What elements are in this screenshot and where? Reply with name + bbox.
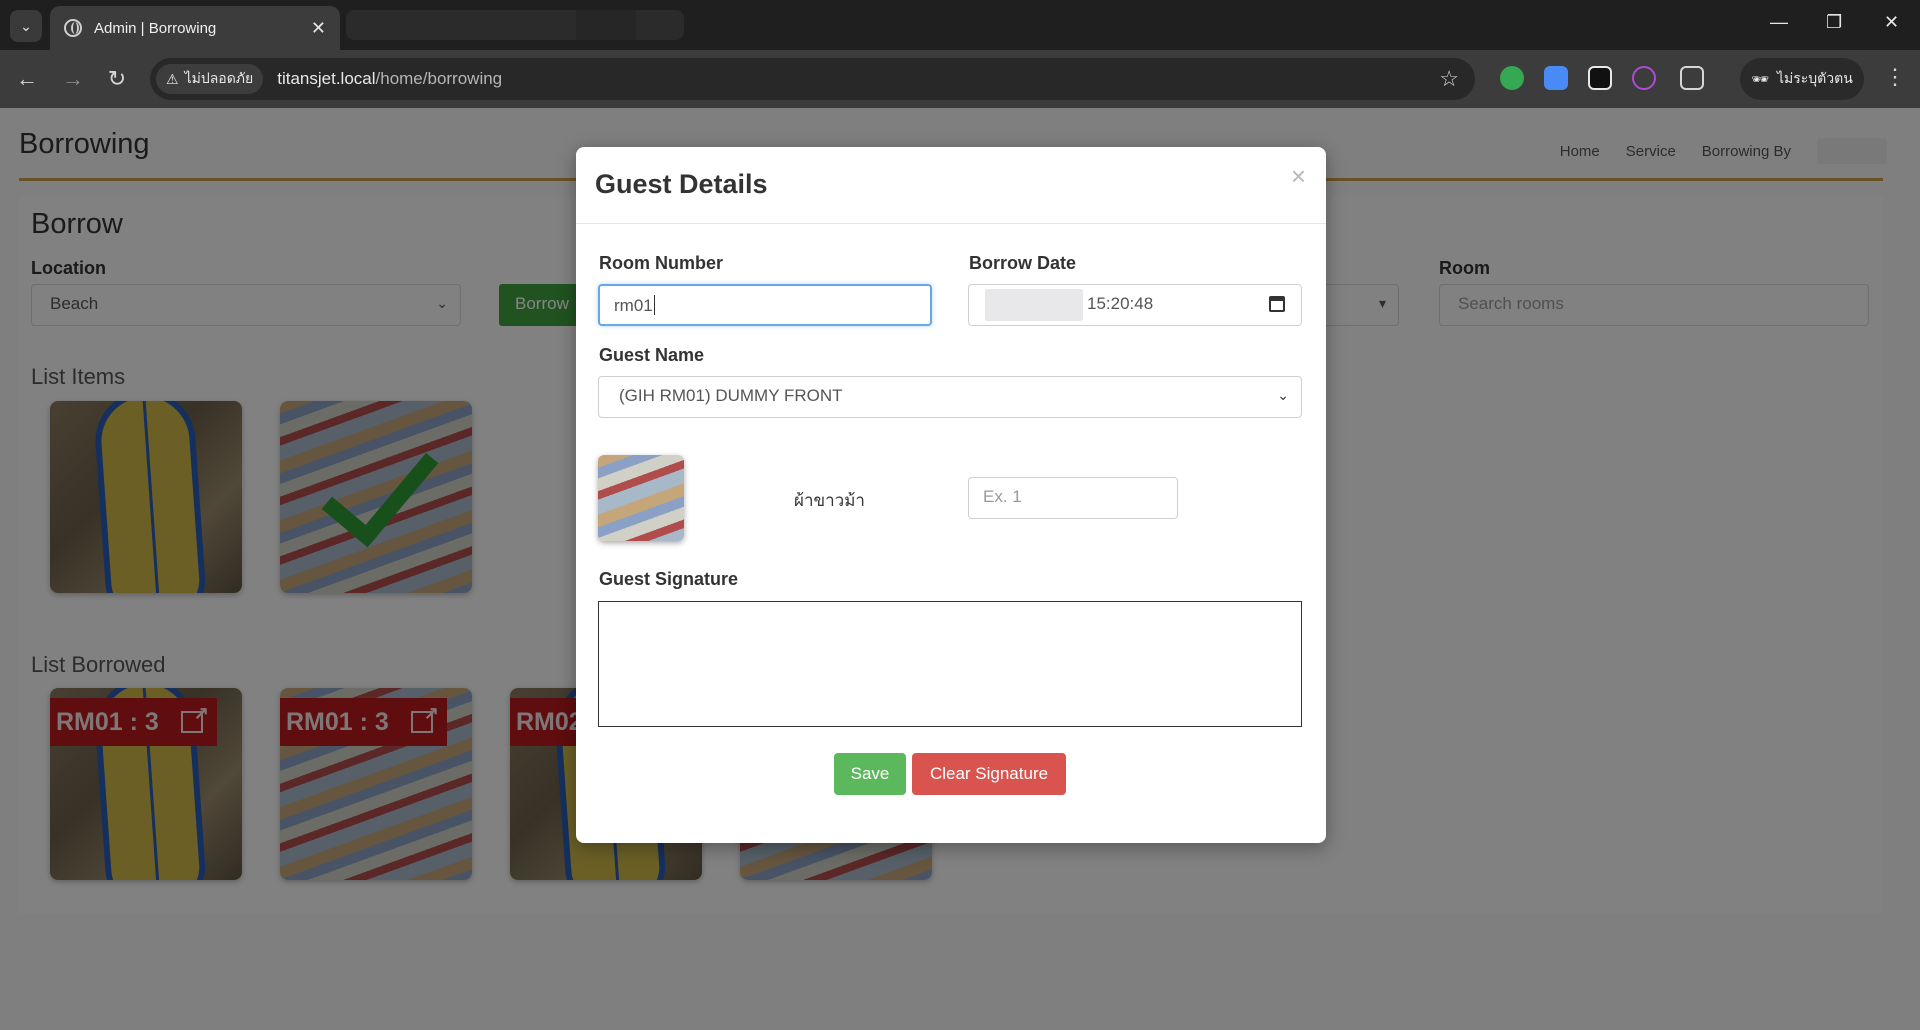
quantity-input[interactable]: Ex. 1 (968, 477, 1178, 519)
browser-toolbar: ← → ↻ ⚠ ไม่ปลอดภัย titansjet.local/home/… (0, 50, 1920, 108)
browser-tab-bar: ⌄ Admin | Borrowing ✕ — ❐ ✕ (0, 0, 1920, 50)
extension-download-icon[interactable] (1500, 66, 1524, 90)
clear-signature-button[interactable]: Clear Signature (912, 753, 1066, 795)
modal-header-divider (576, 223, 1326, 224)
profile-label: ไม่ระบุตัวตน (1776, 70, 1853, 86)
borrow-date-input[interactable]: 15:20:48 (968, 284, 1302, 326)
date-redacted (985, 289, 1083, 321)
reload-icon[interactable]: ↻ (102, 64, 132, 94)
extension-dark-icon[interactable] (1588, 66, 1612, 90)
extensions-puzzle-icon[interactable] (1680, 66, 1704, 90)
signature-pad[interactable] (598, 601, 1302, 727)
security-chip[interactable]: ⚠ ไม่ปลอดภัย (156, 64, 264, 94)
guest-name-label: Guest Name (599, 345, 705, 365)
tab-search-chevron-icon[interactable]: ⌄ (10, 10, 42, 42)
incognito-profile-chip[interactable]: 🕶 ไม่ระบุตัวตน (1740, 58, 1864, 100)
browser-menu-icon[interactable]: ⋮ (1884, 64, 1906, 90)
modal-title: Guest Details (595, 169, 768, 199)
address-bar[interactable]: ⚠ ไม่ปลอดภัย titansjet.local/home/borrow… (150, 58, 1475, 100)
room-number-input[interactable]: rm01 (598, 284, 932, 326)
calendar-icon[interactable] (1269, 296, 1285, 312)
bookmark-star-icon[interactable]: ☆ (1439, 66, 1459, 92)
extension-purple-icon[interactable] (1632, 66, 1656, 90)
item-image-towel (598, 455, 684, 541)
url-text: titansjet.local/home/borrowing (277, 69, 503, 88)
globe-icon (64, 19, 82, 37)
browser-tab-redacted[interactable] (346, 10, 684, 40)
chevron-down-icon: ⌄ (1277, 387, 1289, 403)
modal-close-icon[interactable]: × (1291, 161, 1306, 192)
guest-name-select[interactable]: (GIH RM01) DUMMY FRONT ⌄ (598, 376, 1302, 418)
tab-title: Admin | Borrowing (94, 19, 217, 37)
guest-details-modal: Guest Details × Room Number rm01 Borrow … (576, 147, 1326, 843)
text-caret (653, 295, 655, 315)
browser-tab-active[interactable]: Admin | Borrowing ✕ (50, 6, 340, 50)
warning-triangle-icon: ⚠ (166, 70, 179, 87)
item-name: ผ้าขาวม้า (794, 491, 865, 510)
minimize-icon[interactable]: — (1770, 12, 1788, 33)
security-label: ไม่ปลอดภัย (184, 70, 254, 86)
window-close-icon[interactable]: ✕ (1884, 12, 1899, 33)
extension-docs-icon[interactable] (1544, 66, 1568, 90)
borrow-date-label: Borrow Date (969, 253, 1077, 273)
tab-close-icon[interactable]: ✕ (311, 18, 326, 39)
back-arrow-icon[interactable]: ← (12, 64, 42, 94)
save-button[interactable]: Save (834, 753, 906, 795)
forward-arrow-icon[interactable]: → (58, 64, 88, 94)
incognito-icon: 🕶 (1751, 70, 1769, 87)
room-number-label: Room Number (599, 253, 724, 273)
restore-icon[interactable]: ❐ (1826, 12, 1842, 33)
guest-signature-label: Guest Signature (599, 569, 739, 589)
